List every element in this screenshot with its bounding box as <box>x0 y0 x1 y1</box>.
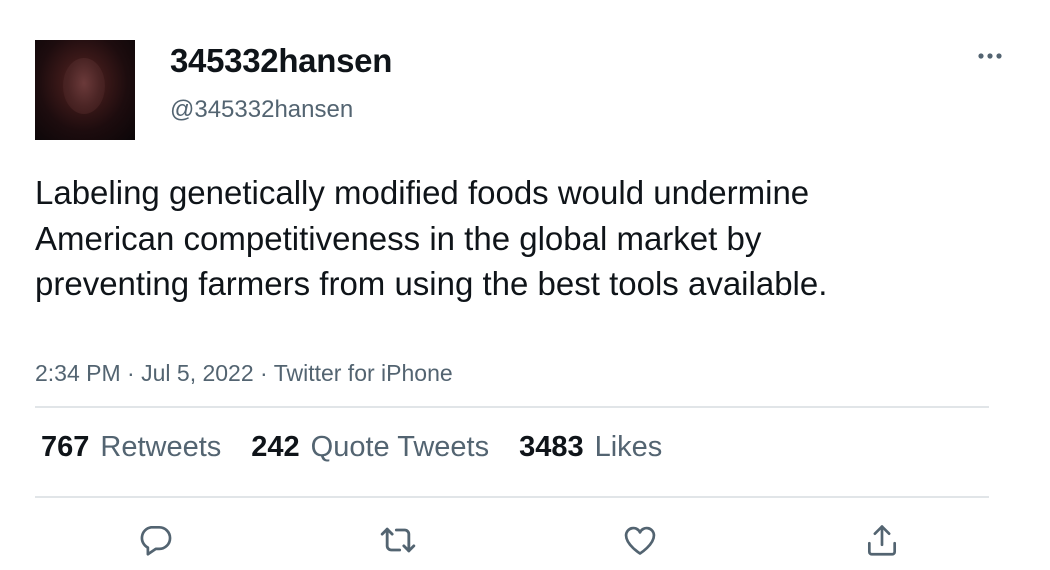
avatar[interactable] <box>35 40 135 140</box>
avatar-face <box>63 58 105 114</box>
retweet-button[interactable] <box>376 518 420 562</box>
divider <box>35 406 989 408</box>
quote-tweets-count: 242 <box>251 431 300 463</box>
tweet-text: Labeling genetically modified foods woul… <box>35 174 828 302</box>
reply-button[interactable] <box>133 518 177 562</box>
retweets-label: Retweets <box>100 431 222 463</box>
tweet-date[interactable]: Jul 5, 2022 <box>141 360 254 386</box>
tweet-stats: 767 Retweets 242 Quote Tweets 3483 Likes <box>41 431 662 464</box>
retweet-icon <box>380 527 416 553</box>
retweets-count: 767 <box>41 431 90 463</box>
tweet-source[interactable]: Twitter for iPhone <box>274 360 453 386</box>
likes-count: 3483 <box>519 431 584 463</box>
tweet-meta: 2:34 PM · Jul 5, 2022 · Twitter for iPho… <box>35 360 453 387</box>
more-options-button[interactable] <box>970 38 1006 74</box>
reply-icon <box>140 525 172 556</box>
share-button[interactable] <box>860 518 904 562</box>
retweets-stat[interactable]: 767 Retweets <box>41 431 221 464</box>
like-button[interactable] <box>618 518 662 562</box>
tweet-time[interactable]: 2:34 PM <box>35 360 121 386</box>
likes-label: Likes <box>594 431 663 463</box>
display-name[interactable]: 345332hansen <box>170 42 392 80</box>
quote-tweets-stat[interactable]: 242 Quote Tweets <box>251 431 489 464</box>
user-handle[interactable]: @345332hansen <box>170 96 353 124</box>
meta-separator: · <box>260 360 268 386</box>
meta-separator: · <box>127 360 135 386</box>
likes-stat[interactable]: 3483 Likes <box>519 431 662 464</box>
share-icon <box>867 525 897 556</box>
divider <box>35 496 989 498</box>
quote-tweets-label: Quote Tweets <box>310 431 490 463</box>
more-horizontal-icon <box>978 53 1002 59</box>
heart-icon <box>624 526 656 555</box>
